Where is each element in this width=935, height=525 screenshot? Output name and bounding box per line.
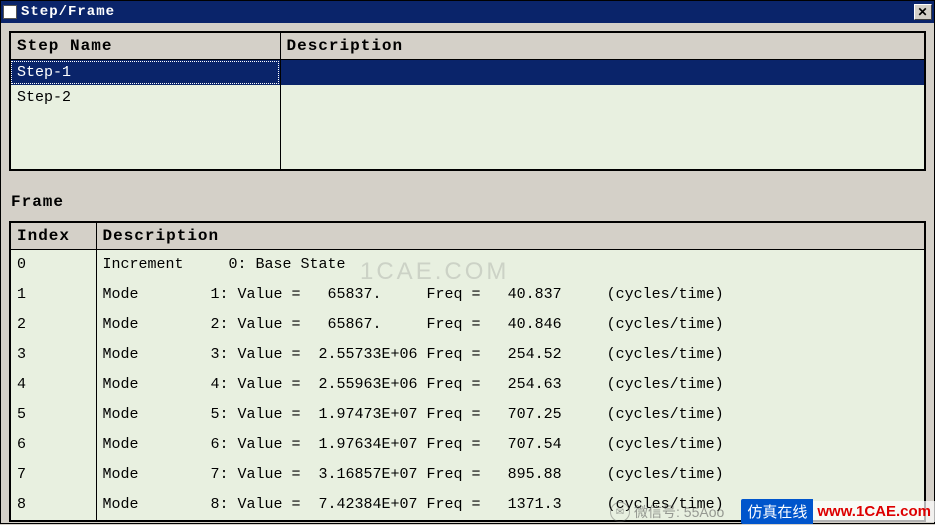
step-table[interactable]: Step Name Description Step-1 Step-2 xyxy=(9,31,926,171)
step-desc-cell xyxy=(280,60,925,86)
frame-row[interactable]: 2 Mode 2: Value = 65867. Freq = 40.846 (… xyxy=(10,310,925,340)
frame-desc-cell: Mode 5: Value = 1.97473E+07 Freq = 707.2… xyxy=(96,400,925,430)
content-area: Step Name Description Step-1 Step-2 Fram… xyxy=(1,23,934,522)
step-row[interactable]: Step-2 xyxy=(10,85,925,110)
frame-index-cell: 8 xyxy=(10,490,96,521)
frame-index-cell: 6 xyxy=(10,430,96,460)
step-desc-cell xyxy=(280,85,925,110)
close-button[interactable]: ✕ xyxy=(914,4,932,20)
frame-index-cell: 1 xyxy=(10,280,96,310)
frame-row[interactable]: 8 Mode 8: Value = 7.42384E+07 Freq = 137… xyxy=(10,490,925,521)
frame-row[interactable]: 0 Increment 0: Base State xyxy=(10,250,925,281)
step-header-desc[interactable]: Description xyxy=(280,32,925,60)
frame-row[interactable]: 3 Mode 3: Value = 2.55733E+06 Freq = 254… xyxy=(10,340,925,370)
wechat-text: 微信号: 55Aoo xyxy=(634,502,724,522)
frame-table[interactable]: Index Description 0 Increment 0: Base St… xyxy=(9,221,926,522)
frame-index-cell: 2 xyxy=(10,310,96,340)
wechat-icon: ✉ xyxy=(610,502,630,522)
frame-desc-cell: Mode 6: Value = 1.97634E+07 Freq = 707.5… xyxy=(96,430,925,460)
frame-desc-cell: Mode 8: Value = 7.42384E+07 Freq = 1371.… xyxy=(96,490,925,521)
frame-desc-cell: Mode 7: Value = 3.16857E+07 Freq = 895.8… xyxy=(96,460,925,490)
window-icon xyxy=(3,5,17,19)
step-name-cell: Step-1 xyxy=(10,60,280,86)
step-table-filler xyxy=(10,110,925,170)
frame-header-desc[interactable]: Description xyxy=(96,222,925,250)
frame-desc-cell: Mode 1: Value = 65837. Freq = 40.837 (cy… xyxy=(96,280,925,310)
frame-row[interactable]: 5 Mode 5: Value = 1.97473E+07 Freq = 707… xyxy=(10,400,925,430)
frame-row[interactable]: 7 Mode 7: Value = 3.16857E+07 Freq = 895… xyxy=(10,460,925,490)
frame-row[interactable]: 4 Mode 4: Value = 2.55963E+06 Freq = 254… xyxy=(10,370,925,400)
step-frame-window: Step/Frame ✕ Step Name Description Step-… xyxy=(0,0,935,524)
titlebar[interactable]: Step/Frame ✕ xyxy=(1,1,934,23)
step-name-cell: Step-2 xyxy=(10,85,280,110)
frame-desc-cell: Increment 0: Base State xyxy=(96,250,925,281)
frame-row[interactable]: 6 Mode 6: Value = 1.97634E+07 Freq = 707… xyxy=(10,430,925,460)
frame-table-header-row: Index Description xyxy=(10,222,925,250)
frame-desc-cell: Mode 3: Value = 2.55733E+06 Freq = 254.5… xyxy=(96,340,925,370)
frame-index-cell: 3 xyxy=(10,340,96,370)
frame-index-cell: 7 xyxy=(10,460,96,490)
step-header-name[interactable]: Step Name xyxy=(10,32,280,60)
frame-header-index[interactable]: Index xyxy=(10,222,96,250)
frame-index-cell: 4 xyxy=(10,370,96,400)
wechat-overlay: ✉ 微信号: 55Aoo xyxy=(610,502,724,522)
frame-desc-cell: Mode 4: Value = 2.55963E+06 Freq = 254.6… xyxy=(96,370,925,400)
step-row[interactable]: Step-1 xyxy=(10,60,925,86)
frame-index-cell: 5 xyxy=(10,400,96,430)
frame-section-label: Frame xyxy=(11,193,926,211)
frame-index-cell: 0 xyxy=(10,250,96,281)
frame-desc-cell: Mode 2: Value = 65867. Freq = 40.846 (cy… xyxy=(96,310,925,340)
step-table-header-row: Step Name Description xyxy=(10,32,925,60)
frame-row[interactable]: 1 Mode 1: Value = 65837. Freq = 40.837 (… xyxy=(10,280,925,310)
window-title: Step/Frame xyxy=(21,4,914,20)
